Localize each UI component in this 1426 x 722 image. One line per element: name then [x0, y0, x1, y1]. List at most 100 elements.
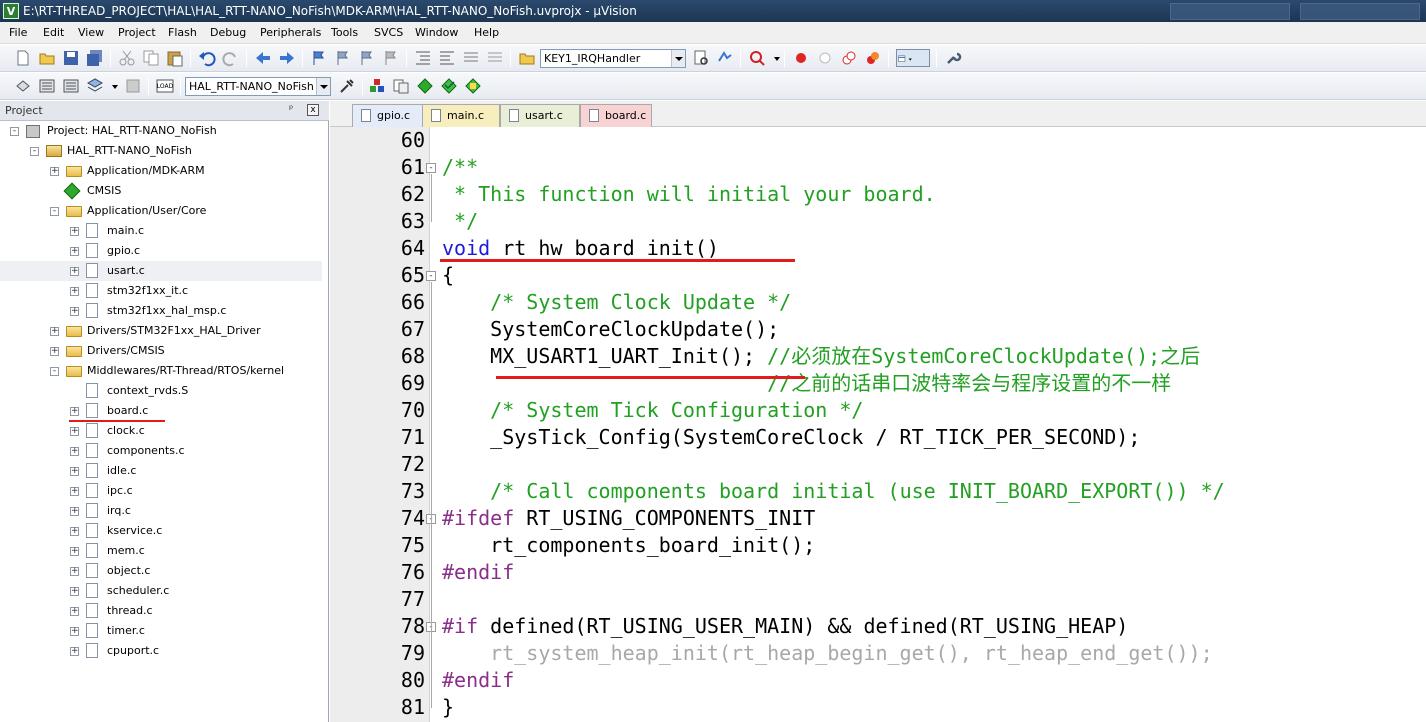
menu-svcs[interactable]: SVCS: [374, 26, 403, 39]
code-editor[interactable]: 6061-62636465-666768697071727374-7576777…: [330, 127, 1426, 722]
expand-icon[interactable]: +: [70, 307, 79, 316]
comment-icon[interactable]: [462, 49, 480, 67]
navigate-forward-icon[interactable]: [278, 49, 296, 67]
function-combo[interactable]: KEY1_IRQHandler: [540, 49, 686, 68]
expand-icon[interactable]: +: [70, 507, 79, 516]
configure-wrench-icon[interactable]: [944, 49, 962, 67]
new-file-icon[interactable]: [14, 49, 32, 67]
tree-item[interactable]: - Middlewares/RT-Thread/RTOS/kernel: [0, 361, 322, 381]
tab-usart-c[interactable]: usart.c: [500, 104, 580, 127]
tree-item[interactable]: + stm32f1xx_it.c: [0, 281, 322, 301]
paste-icon[interactable]: [166, 49, 184, 67]
tree-item[interactable]: + idle.c: [0, 461, 322, 481]
expand-icon[interactable]: +: [70, 547, 79, 556]
menu-edit[interactable]: Edit: [43, 26, 64, 39]
tree-item[interactable]: + main.c: [0, 221, 322, 241]
bookmark-icon[interactable]: [310, 49, 328, 67]
cut-icon[interactable]: [118, 49, 136, 67]
expand-icon[interactable]: +: [70, 287, 79, 296]
menu-file[interactable]: File: [9, 26, 27, 39]
clear-bookmarks-icon[interactable]: [382, 49, 400, 67]
download-load-icon[interactable]: LOAD: [156, 77, 174, 95]
manage-project-icon[interactable]: [368, 77, 386, 95]
expand-icon[interactable]: +: [50, 167, 59, 176]
expand-icon[interactable]: +: [70, 567, 79, 576]
menu-tools[interactable]: Tools: [331, 26, 358, 39]
tree-item[interactable]: + cpuport.c: [0, 641, 322, 661]
tree-item[interactable]: + ipc.c: [0, 481, 322, 501]
tab-board-c[interactable]: board.c: [580, 104, 652, 127]
tree-item[interactable]: + clock.c: [0, 421, 322, 441]
menu-debug[interactable]: Debug: [210, 26, 246, 39]
chevron-down-icon[interactable]: [671, 50, 685, 67]
tree-item[interactable]: + components.c: [0, 441, 322, 461]
pack-installer-icon[interactable]: [416, 77, 434, 95]
menu-view[interactable]: View: [78, 26, 104, 39]
tree-item[interactable]: + timer.c: [0, 621, 322, 641]
tab-main-c[interactable]: main.c: [422, 104, 500, 127]
redo-icon[interactable]: [222, 49, 240, 67]
collapse-icon[interactable]: -: [30, 147, 39, 156]
expand-icon[interactable]: +: [70, 647, 79, 656]
tree-item[interactable]: CMSIS: [0, 181, 322, 201]
file-extensions-icon[interactable]: [392, 77, 410, 95]
tree-item[interactable]: + thread.c: [0, 601, 322, 621]
expand-icon[interactable]: +: [50, 347, 59, 356]
tree-item[interactable]: + kservice.c: [0, 521, 322, 541]
target-combo[interactable]: HAL_RTT-NANO_NoFish: [185, 77, 331, 96]
tree-item[interactable]: + object.c: [0, 561, 322, 581]
tree-item[interactable]: + scheduler.c: [0, 581, 322, 601]
uvision-app-icon[interactable]: V: [3, 3, 19, 19]
target-options-icon[interactable]: [338, 77, 356, 95]
tree-item[interactable]: + gpio.c: [0, 241, 322, 261]
expand-icon[interactable]: +: [70, 447, 79, 456]
tree-item[interactable]: + Application/MDK-ARM: [0, 161, 322, 181]
copy-icon[interactable]: [142, 49, 160, 67]
indent-icon[interactable]: [414, 49, 432, 67]
open-folder-icon[interactable]: [38, 49, 56, 67]
expand-icon[interactable]: +: [70, 227, 79, 236]
chevron-down-icon[interactable]: [768, 49, 780, 67]
expand-icon[interactable]: +: [70, 267, 79, 276]
expand-icon[interactable]: +: [70, 427, 79, 436]
expand-icon[interactable]: +: [70, 607, 79, 616]
breakpoint-icon[interactable]: [792, 49, 810, 67]
kill-all-breakpoints-icon[interactable]: [864, 49, 882, 67]
batch-build-icon[interactable]: [86, 77, 104, 95]
tree-item[interactable]: - Application/User/Core: [0, 201, 322, 221]
tree-item[interactable]: context_rvds.S: [0, 381, 322, 401]
expand-icon[interactable]: +: [70, 527, 79, 536]
undo-icon[interactable]: [198, 49, 216, 67]
uncomment-icon[interactable]: [486, 49, 504, 67]
tree-item[interactable]: + Drivers/CMSIS: [0, 341, 322, 361]
rebuild-icon[interactable]: [62, 77, 80, 95]
tree-item[interactable]: + irq.c: [0, 501, 322, 521]
expand-icon[interactable]: +: [70, 467, 79, 476]
expand-icon[interactable]: +: [70, 487, 79, 496]
background-window-tab[interactable]: [1300, 3, 1420, 20]
tree-item[interactable]: + stm32f1xx_hal_msp.c: [0, 301, 322, 321]
code-area[interactable]: /** * This function will initial your bo…: [442, 127, 1426, 722]
unindent-icon[interactable]: [438, 49, 456, 67]
run-time-environment-icon[interactable]: [464, 77, 482, 95]
tree-item[interactable]: - HAL_RTT-NANO_NoFish: [0, 141, 322, 161]
disable-breakpoint-icon[interactable]: [816, 49, 834, 67]
fold-collapse-icon[interactable]: -: [426, 163, 436, 173]
save-all-icon[interactable]: [86, 49, 104, 67]
expand-icon[interactable]: +: [70, 247, 79, 256]
find-in-files-icon[interactable]: [518, 49, 536, 67]
disable-all-breakpoints-icon[interactable]: [840, 49, 858, 67]
expand-icon[interactable]: +: [50, 327, 59, 336]
navigate-back-icon[interactable]: [254, 49, 272, 67]
save-icon[interactable]: [62, 49, 80, 67]
chevron-down-icon[interactable]: [316, 78, 330, 95]
fold-collapse-icon[interactable]: -: [426, 271, 436, 281]
background-window-tab[interactable]: [1170, 3, 1290, 20]
expand-icon[interactable]: +: [70, 627, 79, 636]
next-bookmark-icon[interactable]: [358, 49, 376, 67]
tree-item[interactable]: + board.c: [0, 401, 322, 421]
tree-item[interactable]: + Drivers/STM32F1xx_HAL_Driver: [0, 321, 322, 341]
collapse-icon[interactable]: -: [10, 127, 19, 136]
menu-window[interactable]: Window: [415, 26, 458, 39]
collapse-icon[interactable]: -: [50, 207, 59, 216]
